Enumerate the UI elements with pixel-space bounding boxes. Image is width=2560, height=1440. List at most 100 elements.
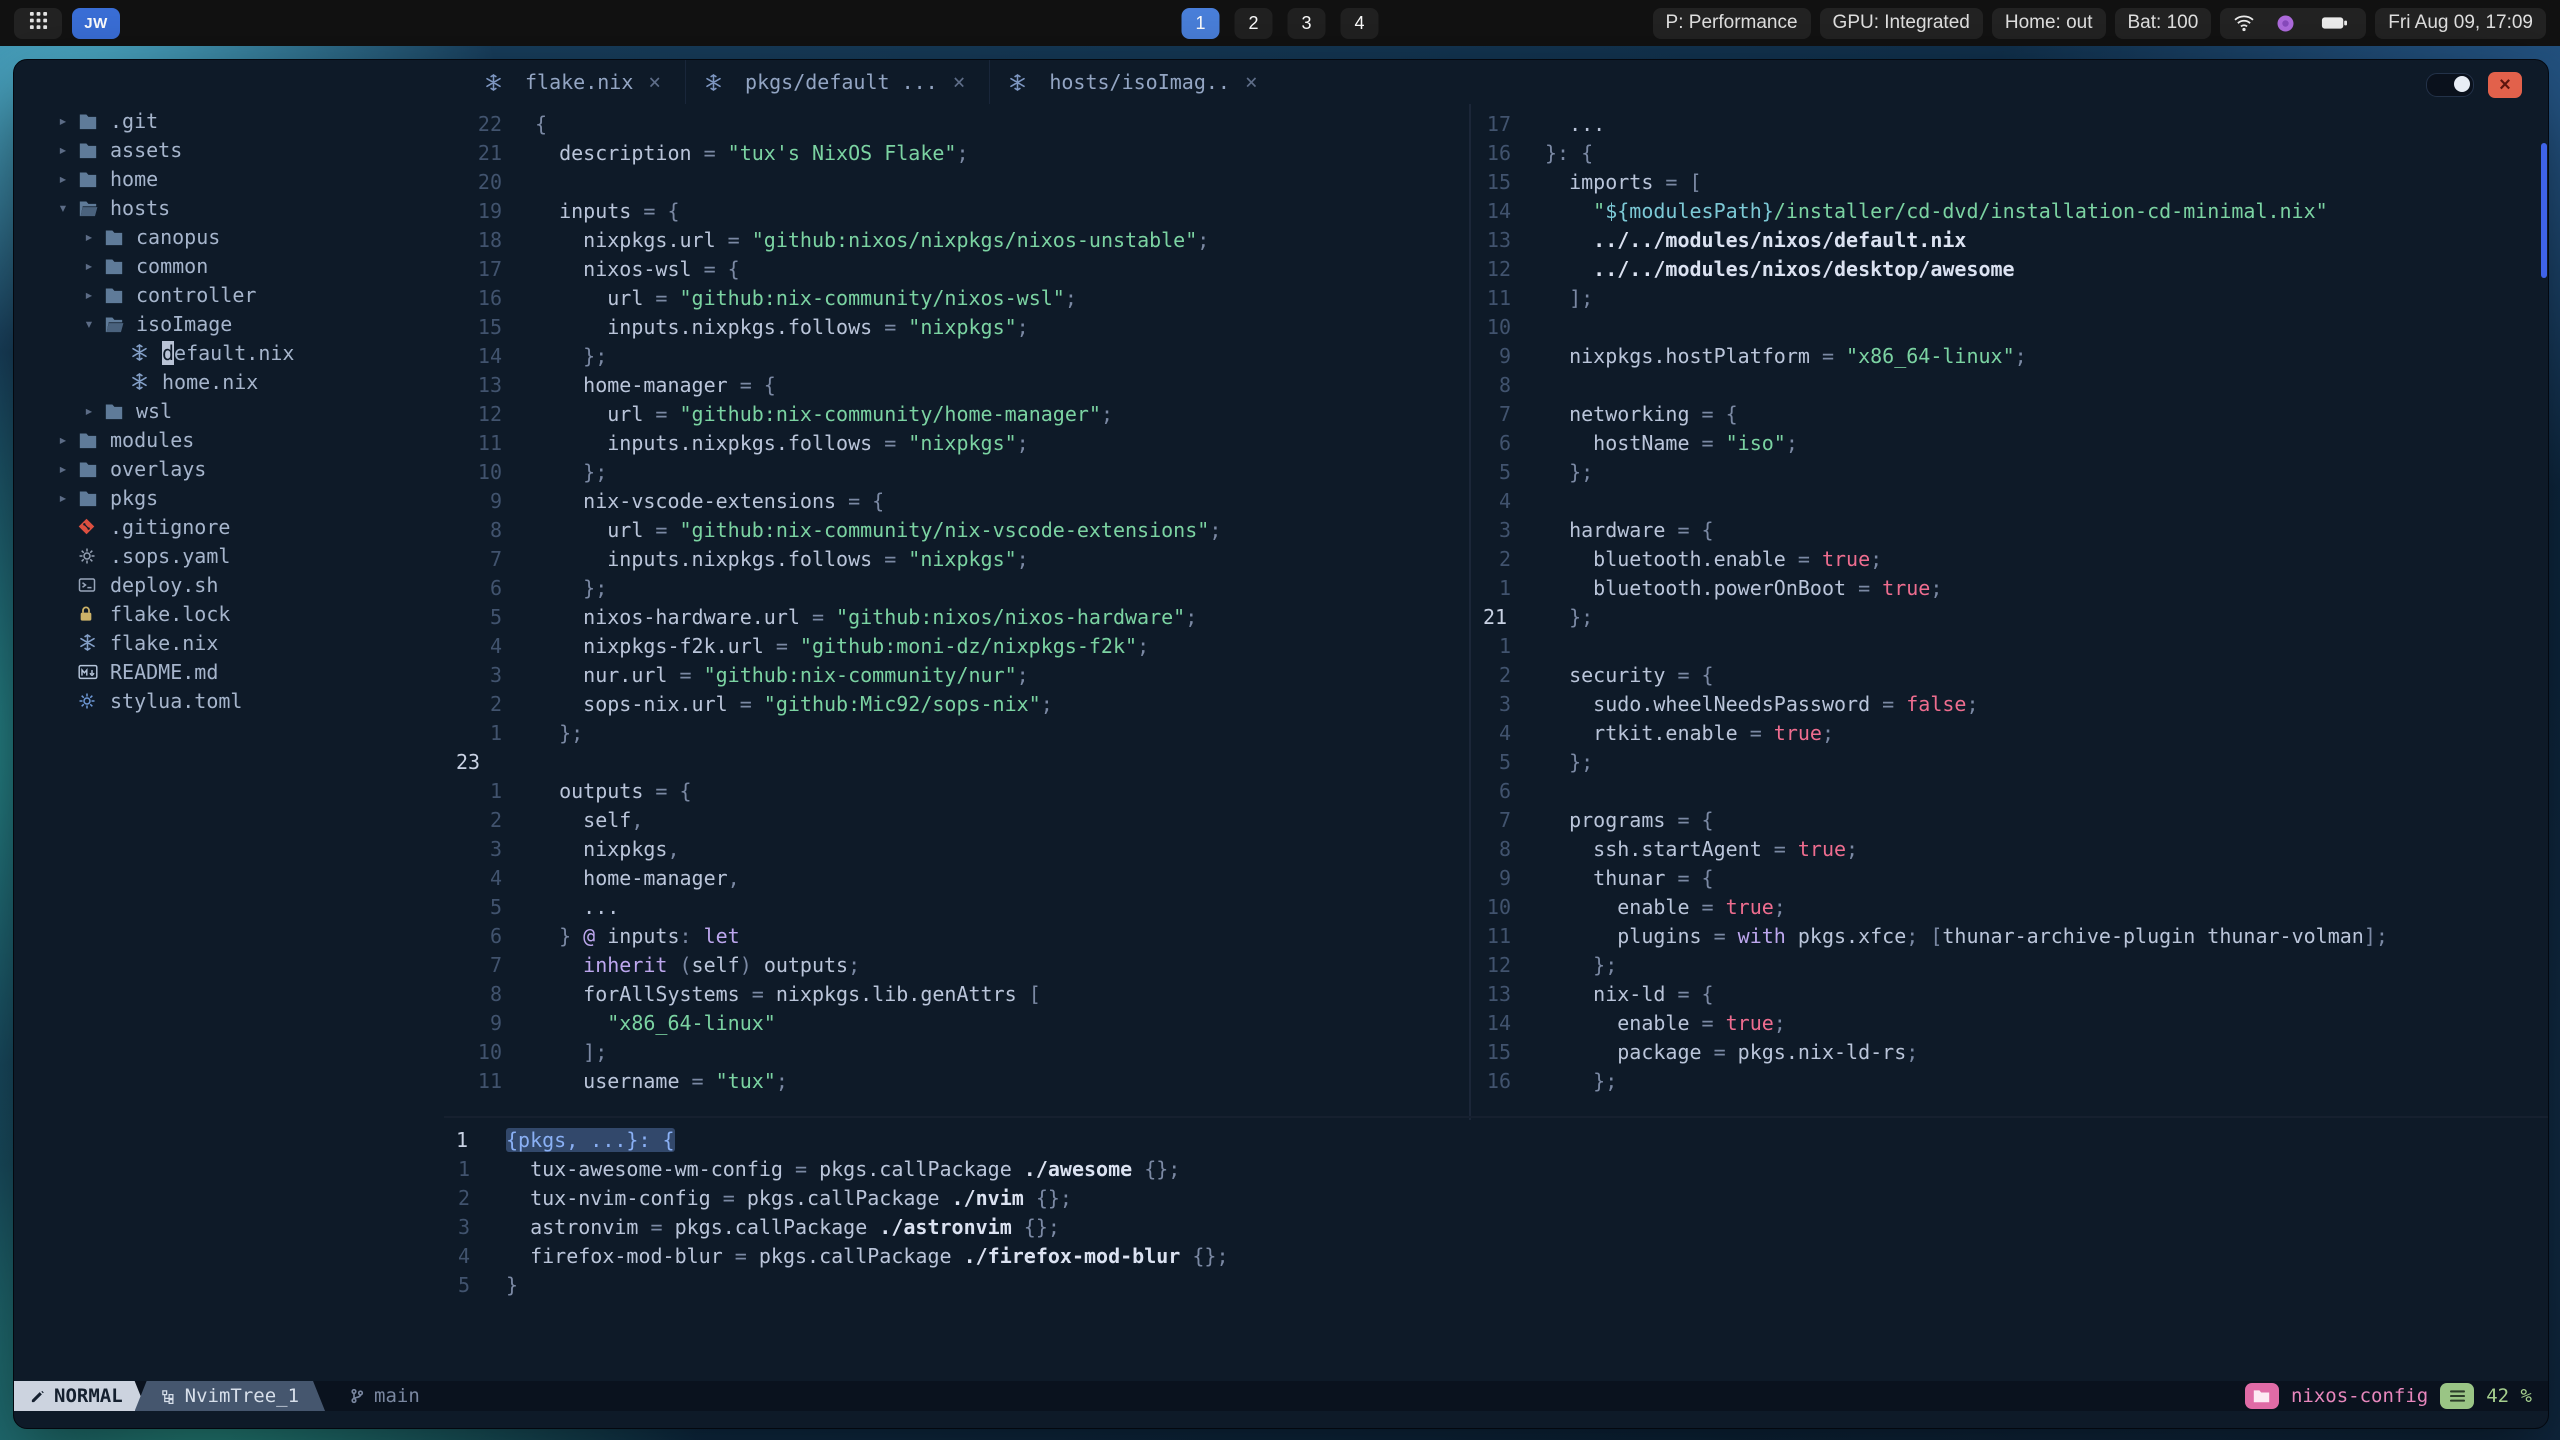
code-line[interactable]: 17 nixos-wsl = { <box>444 255 1469 284</box>
tree-item-stylua-toml[interactable]: stylua.toml <box>14 686 444 715</box>
code-line[interactable]: 8 <box>1471 371 2540 400</box>
code-line[interactable]: 23 <box>444 748 1469 777</box>
clock[interactable]: Fri Aug 09, 17:09 <box>2375 7 2546 39</box>
code-line[interactable]: 5 }; <box>1471 458 2540 487</box>
code-line[interactable]: 10 ]; <box>444 1038 1469 1067</box>
tree-item-readme-md[interactable]: README.md <box>14 657 444 686</box>
code-line[interactable]: 1 <box>1471 632 2540 661</box>
editor-pane-left[interactable]: 22{21 description = "tux's NixOS Flake";… <box>444 104 1469 1122</box>
code-line[interactable]: 14 enable = true; <box>1471 1009 2540 1038</box>
code-line[interactable]: 2 self, <box>444 806 1469 835</box>
code-line[interactable]: 3 astronvim = pkgs.callPackage ./astronv… <box>444 1213 2548 1242</box>
code-line[interactable]: 1 outputs = { <box>444 777 1469 806</box>
code-line[interactable]: 12 ../../modules/nixos/desktop/awesome <box>1471 255 2540 284</box>
code-line[interactable]: 17 ... <box>1471 110 2540 139</box>
tab-hosts-isoimag[interactable]: hosts/isoImag.. × <box>989 60 1275 104</box>
topbar-pill-gpu-integrated[interactable]: GPU: Integrated <box>1819 7 1983 39</box>
tree-item-home[interactable]: ▸ home <box>14 164 444 193</box>
tree-item-controller[interactable]: ▸ controller <box>14 280 444 309</box>
code-line[interactable]: 11 username = "tux"; <box>444 1067 1469 1096</box>
topbar-pill-home-out[interactable]: Home: out <box>1991 7 2106 39</box>
topbar-pill-bat-100[interactable]: Bat: 100 <box>2114 7 2212 39</box>
tree-item-wsl[interactable]: ▸ wsl <box>14 396 444 425</box>
code-line[interactable]: 4 <box>1471 487 2540 516</box>
topbar-pill-p-performance[interactable]: P: Performance <box>1652 7 1811 39</box>
tree-item-flake-lock[interactable]: flake.lock <box>14 599 444 628</box>
code-line[interactable]: 18 nixpkgs.url = "github:nixos/nixpkgs/n… <box>444 226 1469 255</box>
code-line[interactable]: 3 sudo.wheelNeedsPassword = false; <box>1471 690 2540 719</box>
tree-item-assets[interactable]: ▸ assets <box>14 135 444 164</box>
code-line[interactable]: 7 inherit (self) outputs; <box>444 951 1469 980</box>
code-line[interactable]: 16 }; <box>1471 1067 2540 1096</box>
code-line[interactable]: 9 nixpkgs.hostPlatform = "x86_64-linux"; <box>1471 342 2540 371</box>
code-line[interactable]: 1 tux-awesome-wm-config = pkgs.callPacka… <box>444 1155 2548 1184</box>
code-line[interactable]: 5} <box>444 1271 2548 1300</box>
tree-chevron-right-icon[interactable]: ▸ <box>48 459 78 478</box>
tray[interactable] <box>2220 7 2367 39</box>
tree-item-gitignore[interactable]: .gitignore <box>14 512 444 541</box>
code-line[interactable]: 11 plugins = with pkgs.xfce; [thunar-arc… <box>1471 922 2540 951</box>
code-line[interactable]: 3 hardware = { <box>1471 516 2540 545</box>
tree-item-modules[interactable]: ▸ modules <box>14 425 444 454</box>
tree-item-default-nix[interactable]: default.nix <box>14 338 444 367</box>
tree-chevron-down-icon[interactable]: ▾ <box>48 198 78 217</box>
code-line[interactable]: 1 bluetooth.powerOnBoot = true; <box>1471 574 2540 603</box>
code-line[interactable]: 4 rtkit.enable = true; <box>1471 719 2540 748</box>
editor-pane-bottom[interactable]: 1 {pkgs, ...}: {1 tux-awesome-wm-config =… <box>444 1120 2548 1384</box>
code-line[interactable]: 5 nixos-hardware.url = "github:nixos/nix… <box>444 603 1469 632</box>
file-tree[interactable]: ▸ .git ▸ assets ▸ home ▾ hosts ▸ canopus ▸ common ▸ c… <box>14 106 444 1378</box>
window-close-button[interactable]: × <box>2488 72 2522 98</box>
code-line[interactable]: 13 nix-ld = { <box>1471 980 2540 1009</box>
launcher-button[interactable] <box>14 7 62 39</box>
tab-pkgs-default[interactable]: pkgs/default ... × <box>685 60 983 104</box>
scrollbar-thumb[interactable] <box>2541 143 2547 278</box>
code-line[interactable]: 7 networking = { <box>1471 400 2540 429</box>
code-line[interactable]: 13 ../../modules/nixos/default.nix <box>1471 226 2540 255</box>
code-line[interactable]: 1 }; <box>444 719 1469 748</box>
code-line[interactable]: 8 forAllSystems = nixpkgs.lib.genAttrs [ <box>444 980 1469 1009</box>
code-line[interactable]: 4 firefox-mod-blur = pkgs.callPackage ./… <box>444 1242 2548 1271</box>
tree-chevron-right-icon[interactable]: ▸ <box>74 256 104 275</box>
code-line[interactable]: 13 home-manager = { <box>444 371 1469 400</box>
code-line[interactable]: 7 programs = { <box>1471 806 2540 835</box>
code-line[interactable]: 2 security = { <box>1471 661 2540 690</box>
tree-chevron-right-icon[interactable]: ▸ <box>48 140 78 159</box>
code-line[interactable]: 4 nixpkgs-f2k.url = "github:moni-dz/nixp… <box>444 632 1469 661</box>
code-line[interactable]: 14 "${modulesPath}/installer/cd-dvd/inst… <box>1471 197 2540 226</box>
code-line[interactable]: 15 package = pkgs.nix-ld-rs; <box>1471 1038 2540 1067</box>
tab-close-icon[interactable]: × <box>648 70 661 94</box>
window-toggle-switch[interactable] <box>2426 73 2474 97</box>
code-line[interactable]: 15 imports = [ <box>1471 168 2540 197</box>
code-line[interactable]: 2 sops-nix.url = "github:Mic92/sops-nix"… <box>444 690 1469 719</box>
tree-item-git[interactable]: ▸ .git <box>14 106 444 135</box>
editor-pane-right[interactable]: 17 ... 16}: {15 imports = [14 "${modulesP… <box>1471 104 2540 1122</box>
tab-flake-nix[interactable]: flake.nix × <box>466 60 679 104</box>
tree-item-pkgs[interactable]: ▸ pkgs <box>14 483 444 512</box>
code-line[interactable]: 11 inputs.nixpkgs.follows = "nixpkgs"; <box>444 429 1469 458</box>
code-line[interactable]: 19 inputs = { <box>444 197 1469 226</box>
code-line[interactable]: 5 ... <box>444 893 1469 922</box>
tree-chevron-right-icon[interactable]: ▸ <box>74 401 104 420</box>
tree-item-isoimage[interactable]: ▾ isoImage <box>14 309 444 338</box>
logo-badge[interactable]: JW <box>72 7 120 39</box>
code-line[interactable]: 8 url = "github:nix-community/nix-vscode… <box>444 516 1469 545</box>
tree-item-deploy-sh[interactable]: deploy.sh <box>14 570 444 599</box>
code-line[interactable]: 15 inputs.nixpkgs.follows = "nixpkgs"; <box>444 313 1469 342</box>
code-line[interactable]: 22 { <box>444 110 1469 139</box>
tree-chevron-right-icon[interactable]: ▸ <box>74 285 104 304</box>
tree-chevron-right-icon[interactable]: ▸ <box>48 488 78 507</box>
code-line[interactable]: 8 ssh.startAgent = true; <box>1471 835 2540 864</box>
tree-item-common[interactable]: ▸ common <box>14 251 444 280</box>
code-line[interactable]: 6 }; <box>444 574 1469 603</box>
code-line[interactable]: 2 tux-nvim-config = pkgs.callPackage ./n… <box>444 1184 2548 1213</box>
tree-chevron-right-icon[interactable]: ▸ <box>74 227 104 246</box>
code-line[interactable]: 1 {pkgs, ...}: { <box>444 1126 2548 1155</box>
code-line[interactable]: 21 description = "tux's NixOS Flake"; <box>444 139 1469 168</box>
tree-item-canopus[interactable]: ▸ canopus <box>14 222 444 251</box>
tab-close-icon[interactable]: × <box>1245 70 1258 94</box>
code-line[interactable]: 2 bluetooth.enable = true; <box>1471 545 2540 574</box>
tab-close-icon[interactable]: × <box>953 70 966 94</box>
code-line[interactable]: 10 <box>1471 313 2540 342</box>
tree-item-sops-yaml[interactable]: .sops.yaml <box>14 541 444 570</box>
code-line[interactable]: 14 }; <box>444 342 1469 371</box>
